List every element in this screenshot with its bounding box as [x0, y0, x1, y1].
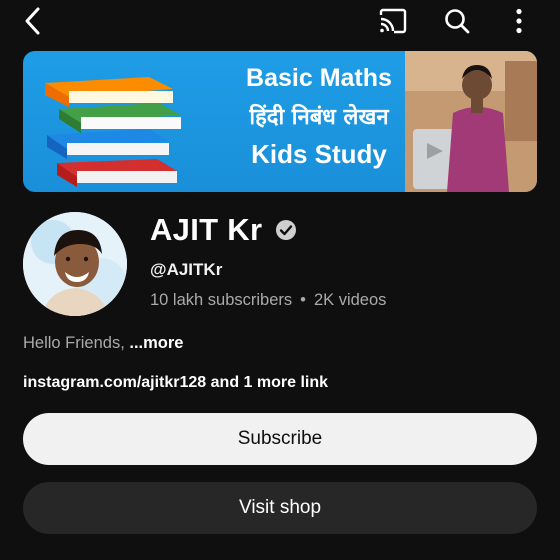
channel-name: AJIT Kr	[150, 212, 263, 247]
channel-stats: 10 lakh subscribers • 2K videos	[150, 291, 386, 310]
subscriber-count: 10 lakh subscribers	[150, 291, 293, 309]
cast-icon[interactable]	[376, 4, 410, 38]
description-more-link[interactable]: ...more	[129, 334, 183, 352]
channel-description[interactable]: Hello Friends, ...more	[23, 334, 183, 353]
back-icon[interactable]	[16, 4, 50, 38]
channel-avatar[interactable]	[23, 212, 127, 316]
banner-line-1: Basic Maths	[246, 64, 392, 92]
stats-separator: •	[300, 291, 306, 309]
description-text: Hello Friends,	[23, 334, 130, 352]
more-vert-icon[interactable]	[502, 4, 536, 38]
visit-shop-button[interactable]: Visit shop	[23, 482, 537, 534]
channel-links[interactable]: instagram.com/ajitkr128 and 1 more link	[23, 374, 328, 392]
subscribe-button[interactable]: Subscribe	[23, 413, 537, 465]
search-icon[interactable]	[440, 4, 474, 38]
verified-check-icon	[274, 218, 298, 242]
top-app-bar	[0, 0, 560, 44]
channel-name-row: AJIT Kr	[150, 212, 298, 248]
video-count: 2K videos	[313, 291, 387, 309]
banner-line-3: Kids Study	[251, 139, 387, 169]
books-illustration	[45, 77, 181, 187]
banner-line-2: हिंदी निबंध लेखन	[249, 105, 389, 130]
channel-handle: @AJITKr	[150, 260, 223, 279]
banner-photo	[405, 51, 537, 192]
channel-banner: Basic Maths हिंदी निबंध लेखन Kids Study	[23, 51, 537, 192]
